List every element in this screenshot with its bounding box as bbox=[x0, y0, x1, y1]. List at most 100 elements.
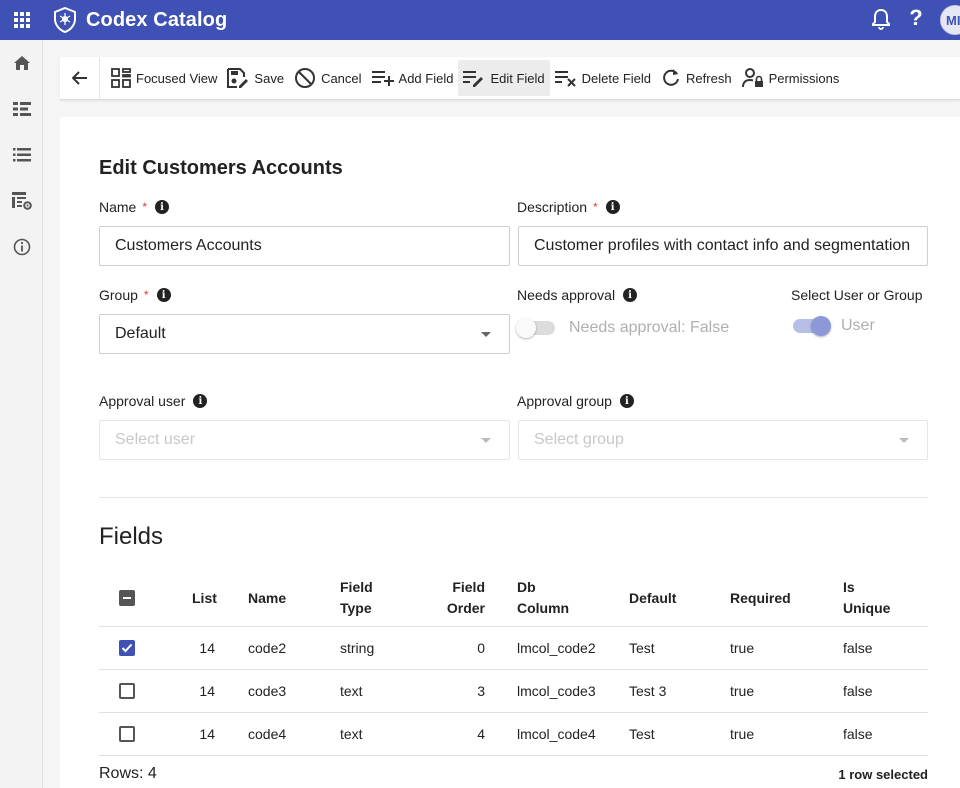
info-icon[interactable] bbox=[11, 236, 33, 258]
name-label-group: Name * i bbox=[99, 199, 170, 215]
edit-field-label: Edit Field bbox=[490, 70, 545, 86]
fields-table: List Name Field Type Field Order Db Colu… bbox=[99, 570, 928, 756]
column-header-name[interactable]: Name bbox=[248, 588, 286, 609]
table-settings-icon[interactable] bbox=[11, 190, 33, 212]
column-header-required[interactable]: Required bbox=[730, 588, 791, 609]
column-header-db-column[interactable]: Db Column bbox=[517, 577, 569, 619]
column-header-text: Db bbox=[517, 579, 536, 595]
selection-count: 1 row selected bbox=[838, 767, 928, 782]
permissions-button[interactable]: Permissions bbox=[737, 60, 845, 96]
select-user-or-group-label: Select User or Group bbox=[791, 287, 923, 303]
needs-approval-label-group: Needs approval i bbox=[517, 287, 638, 303]
refresh-icon bbox=[663, 69, 680, 86]
edit-form-card: Edit Customers Accounts Name * i Custome… bbox=[60, 117, 960, 788]
row-checkbox[interactable] bbox=[119, 726, 135, 742]
approval-user-select[interactable]: Select user bbox=[99, 420, 510, 460]
page-title: Edit Customers Accounts bbox=[99, 157, 343, 179]
column-header-text: Unique bbox=[843, 600, 891, 616]
approval-group-select[interactable]: Select group bbox=[518, 420, 928, 460]
brand-shield-logo-icon bbox=[52, 6, 78, 34]
home-icon[interactable] bbox=[11, 52, 33, 74]
table-row[interactable]: 14 code2 string 0 lmcol_code2 Test true … bbox=[99, 627, 928, 670]
info-icon[interactable]: i bbox=[156, 288, 171, 302]
list-icon[interactable] bbox=[11, 144, 33, 166]
info-icon[interactable]: i bbox=[605, 200, 620, 214]
cell-field-type: text bbox=[340, 726, 363, 742]
column-header-default[interactable]: Default bbox=[629, 588, 676, 609]
cell-list: 14 bbox=[199, 683, 215, 699]
cell-db-column: lmcol_code4 bbox=[517, 726, 596, 742]
refresh-label: Refresh bbox=[686, 70, 732, 86]
focused-view-button[interactable]: Focused View bbox=[106, 60, 222, 96]
name-input[interactable]: Customers Accounts bbox=[99, 226, 510, 266]
add-field-label: Add Field bbox=[398, 70, 454, 86]
cell-default: Test bbox=[629, 640, 655, 656]
toggle-knob bbox=[811, 316, 831, 336]
approval-group-placeholder: Select group bbox=[534, 431, 624, 448]
cell-name: code2 bbox=[248, 640, 287, 656]
group-select-value: Default bbox=[115, 325, 166, 342]
delete-field-icon bbox=[554, 71, 576, 87]
approval-group-label: Approval group bbox=[517, 393, 612, 409]
cell-db-column: lmcol_code3 bbox=[517, 683, 596, 699]
back-arrow-icon[interactable] bbox=[60, 56, 100, 100]
description-label: Description bbox=[517, 199, 588, 215]
focused-view-label: Focused View bbox=[136, 70, 218, 86]
group-select[interactable]: Default bbox=[99, 314, 510, 354]
approval-group-label-group: Approval group i bbox=[517, 393, 634, 409]
cell-db-column: lmcol_code2 bbox=[517, 640, 596, 656]
cell-is-unique: false bbox=[843, 726, 873, 742]
app-title: Codex Catalog bbox=[86, 8, 228, 31]
toggle-track bbox=[516, 318, 555, 338]
table-header-row: List Name Field Type Field Order Db Colu… bbox=[99, 570, 928, 627]
column-header-field-type[interactable]: Field Type bbox=[340, 577, 373, 619]
edit-field-button[interactable]: Edit Field bbox=[458, 60, 550, 96]
section-divider bbox=[99, 497, 928, 498]
delete-field-button[interactable]: Delete Field bbox=[550, 60, 656, 96]
column-header-is-unique[interactable]: Is Unique bbox=[843, 577, 890, 619]
apps-grid-icon[interactable] bbox=[0, 0, 44, 40]
approval-user-placeholder: Select user bbox=[115, 431, 196, 448]
top-app-bar: Codex Catalog ? MI bbox=[0, 0, 960, 40]
table-row[interactable]: 14 code4 text 4 lmcol_code4 Test true fa… bbox=[99, 713, 928, 756]
description-input[interactable]: Customer profiles with contact info and … bbox=[518, 226, 928, 266]
catalog-list-icon[interactable] bbox=[11, 98, 33, 120]
cell-required: true bbox=[730, 683, 755, 699]
focused-view-icon bbox=[111, 68, 131, 88]
save-button[interactable]: Save bbox=[222, 60, 289, 96]
column-header-list[interactable]: List bbox=[192, 588, 217, 609]
user-avatar[interactable]: MI bbox=[940, 5, 960, 35]
info-icon[interactable]: i bbox=[623, 288, 638, 302]
dropdown-caret-icon bbox=[481, 438, 491, 443]
toggle-track bbox=[793, 316, 831, 336]
user-group-toggle[interactable]: User bbox=[793, 316, 875, 336]
column-header-text: Type bbox=[340, 600, 372, 616]
notifications-bell-icon[interactable] bbox=[868, 6, 894, 32]
rows-count: Rows: 4 bbox=[99, 765, 157, 782]
add-field-button[interactable]: Add Field bbox=[367, 60, 459, 96]
cell-is-unique: false bbox=[843, 640, 873, 656]
needs-approval-toggle[interactable]: Needs approval: False bbox=[516, 318, 730, 338]
needs-approval-toggle-text: Needs approval: False bbox=[569, 319, 730, 336]
column-header-text: Is bbox=[843, 579, 855, 595]
info-icon[interactable]: i bbox=[619, 394, 634, 408]
info-icon[interactable]: i bbox=[193, 394, 208, 408]
toggle-knob bbox=[516, 318, 536, 338]
cell-field-order: 0 bbox=[477, 640, 485, 656]
dropdown-caret-icon bbox=[481, 332, 491, 337]
select-all-checkbox[interactable] bbox=[119, 590, 135, 606]
user-toggle-text: User bbox=[841, 317, 875, 334]
row-checkbox[interactable] bbox=[119, 683, 135, 699]
cell-default: Test bbox=[629, 726, 655, 742]
cancel-circle-icon bbox=[295, 68, 316, 88]
row-checkbox[interactable] bbox=[119, 640, 135, 656]
add-field-icon bbox=[371, 71, 394, 86]
info-icon[interactable]: i bbox=[155, 200, 170, 214]
refresh-button[interactable]: Refresh bbox=[656, 60, 737, 96]
cell-field-order: 4 bbox=[477, 726, 485, 742]
cancel-button[interactable]: Cancel bbox=[289, 60, 366, 96]
cell-list: 14 bbox=[199, 640, 215, 656]
help-icon[interactable]: ? bbox=[904, 4, 928, 32]
column-header-field-order[interactable]: Field Order bbox=[445, 577, 485, 619]
table-row[interactable]: 14 code3 text 3 lmcol_code3 Test 3 true … bbox=[99, 670, 928, 713]
